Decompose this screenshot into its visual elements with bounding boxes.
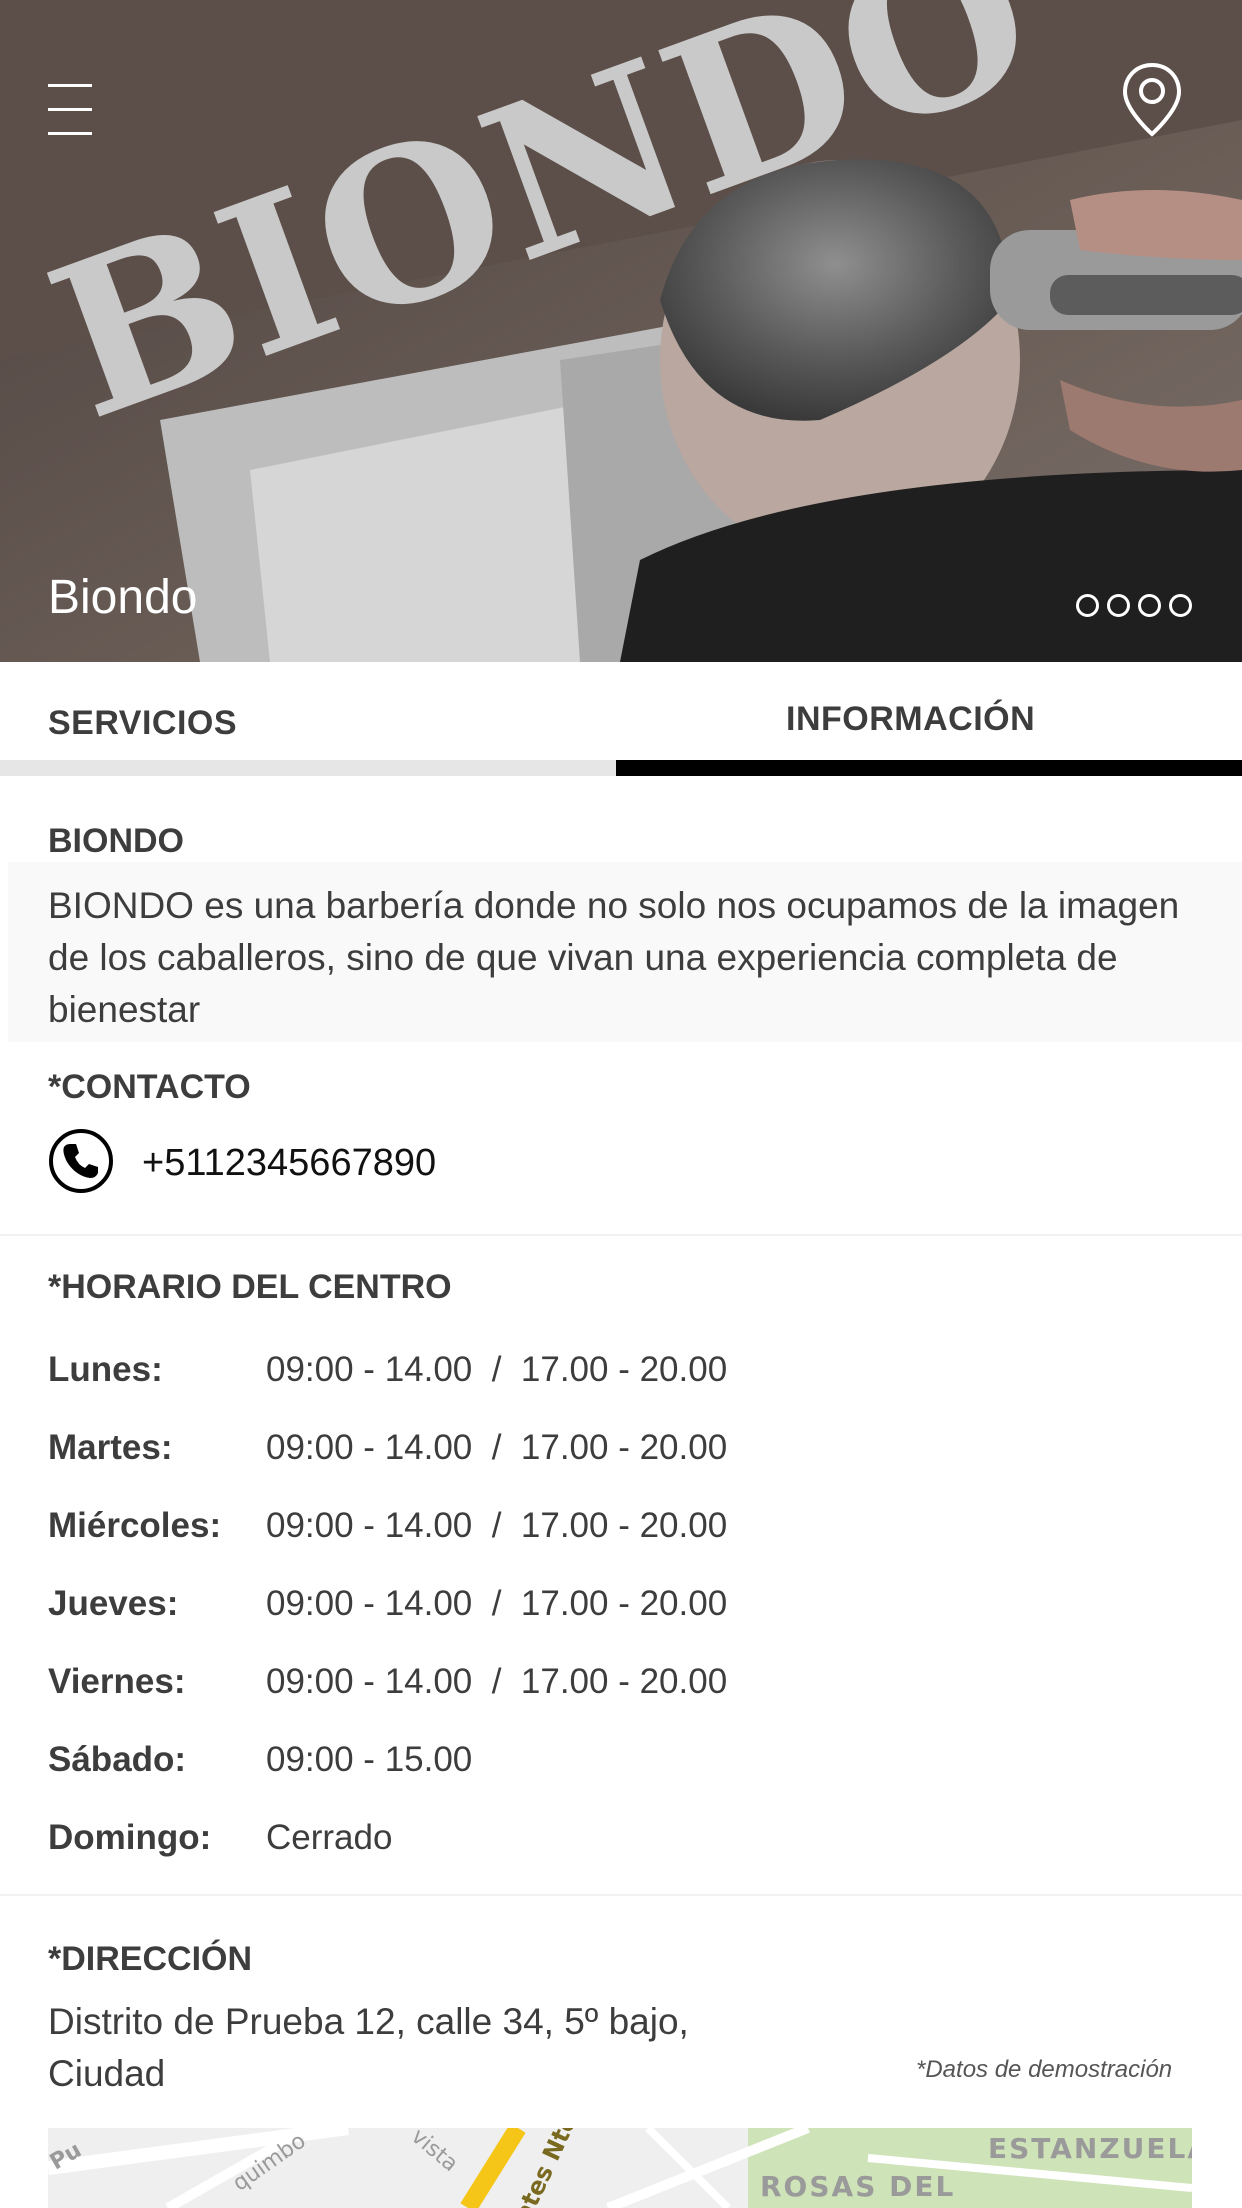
tab-indicator-active	[616, 760, 1242, 776]
hours-row: Jueves: 09:00 - 14.00 / 17.00 - 20.00	[48, 1584, 1148, 1634]
hours-row: Viernes: 09:00 - 14.00 / 17.00 - 20.00	[48, 1662, 1148, 1712]
menu-icon-line	[48, 108, 92, 111]
hours-time: 09:00 - 15.00	[266, 1740, 473, 1779]
divider	[0, 1234, 1242, 1236]
hours-row: Sábado: 09:00 - 15.00	[48, 1740, 1148, 1790]
hours-day: Jueves:	[48, 1584, 179, 1623]
address-line-2: Ciudad	[48, 2053, 166, 2094]
hours-day: Lunes:	[48, 1350, 163, 1389]
hours-row: Miércoles: 09:00 - 14.00 / 17.00 - 20.00	[48, 1506, 1148, 1556]
hours-day: Domingo:	[48, 1818, 212, 1857]
map-label: ESTANZUELA	[988, 2132, 1192, 2165]
carousel-dot[interactable]	[1169, 594, 1192, 617]
map-label: ROSAS DEL	[760, 2170, 956, 2203]
divider	[0, 1894, 1242, 1896]
phone-icon[interactable]	[48, 1128, 114, 1194]
hours-time: 09:00 - 14.00 / 17.00 - 20.00	[266, 1350, 728, 1389]
tab-servicios[interactable]: SERVICIOS	[0, 662, 616, 776]
hours-time: Cerrado	[266, 1818, 393, 1857]
business-name: Biondo	[48, 571, 198, 624]
hours-time: 09:00 - 14.00 / 17.00 - 20.00	[266, 1662, 728, 1701]
tab-informacion[interactable]: INFORMACIÓN	[616, 662, 1242, 776]
map-view[interactable]: ESTANZUELA ROSAS DEL Pu quimbo vista nte…	[48, 2128, 1192, 2208]
menu-icon-line	[48, 132, 92, 135]
hero-photo: BIONDO	[0, 0, 1242, 662]
location-pin-button[interactable]	[1122, 62, 1182, 138]
hours-row: Domingo: Cerrado	[48, 1818, 1148, 1868]
address-title: *DIRECCIÓN	[48, 1940, 253, 1978]
hours-day: Miércoles:	[48, 1506, 222, 1545]
location-pin-icon	[1122, 62, 1182, 137]
phone-number-link[interactable]: +5112345667890	[142, 1142, 436, 1185]
tab-label: INFORMACIÓN	[786, 700, 1036, 738]
hours-time: 09:00 - 14.00 / 17.00 - 20.00	[266, 1506, 728, 1545]
hours-title: *HORARIO DEL CENTRO	[48, 1268, 452, 1306]
hours-day: Viernes:	[48, 1662, 186, 1701]
address-line-1: Distrito de Prueba 12, calle 34, 5º bajo…	[48, 2001, 689, 2042]
menu-button[interactable]	[48, 84, 92, 135]
carousel-dot[interactable]	[1076, 594, 1099, 617]
hours-row: Martes: 09:00 - 14.00 / 17.00 - 20.00	[48, 1428, 1148, 1478]
hours-row: Lunes: 09:00 - 14.00 / 17.00 - 20.00	[48, 1350, 1148, 1400]
tab-bar: SERVICIOS INFORMACIÓN	[0, 662, 1242, 776]
hours-day: Sábado:	[48, 1740, 187, 1779]
tab-indicator	[0, 760, 616, 776]
hours-day: Martes:	[48, 1428, 173, 1467]
carousel-dot[interactable]	[1138, 594, 1161, 617]
hours-time: 09:00 - 14.00 / 17.00 - 20.00	[266, 1584, 728, 1623]
about-title: BIONDO	[48, 822, 184, 860]
carousel-dots[interactable]	[1076, 594, 1192, 617]
hours-time: 09:00 - 14.00 / 17.00 - 20.00	[266, 1428, 728, 1467]
demo-data-note: *Datos de demostración	[916, 2056, 1173, 2083]
address-text: Distrito de Prueba 12, calle 34, 5º bajo…	[48, 1996, 828, 2100]
tab-label: SERVICIOS	[48, 704, 238, 742]
carousel-dot[interactable]	[1107, 594, 1130, 617]
hero-banner: BIONDO Biondo	[0, 0, 1242, 662]
menu-icon-line	[48, 84, 92, 87]
about-description: BIONDO es una barbería donde no solo nos…	[48, 885, 1180, 1030]
contact-title: *CONTACTO	[48, 1068, 251, 1106]
